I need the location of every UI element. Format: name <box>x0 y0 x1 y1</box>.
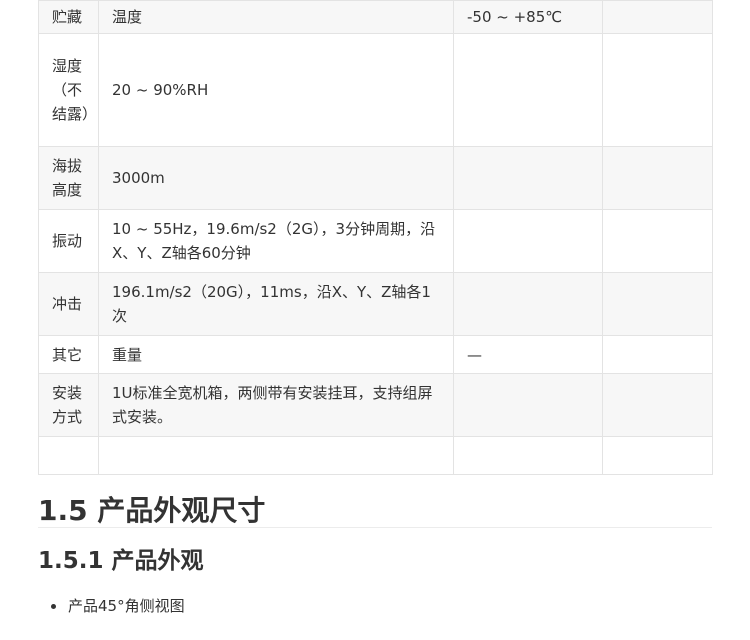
list-item: 产品45°角侧视图 <box>38 594 185 618</box>
row-value <box>453 373 603 437</box>
row-category: 湿度（不结露） <box>38 33 99 147</box>
table-row-vibration: 振动 10 ~ 55Hz，19.6m/s2（2G），3分钟周期，沿X、Y、Z轴各… <box>38 209 713 273</box>
spec-table: 贮藏 温度 -50 ~ +85℃ 湿度（不结露） 20 ~ 90%RH 海拔高度… <box>38 0 713 475</box>
row-item: 温度 <box>98 0 454 34</box>
row-category: 海拔高度 <box>38 146 99 210</box>
row-note <box>602 335 713 374</box>
row-category: 贮藏 <box>38 0 99 34</box>
row-value <box>453 146 603 210</box>
row-value: -50 ~ +85℃ <box>453 0 603 34</box>
table-row-humidity: 湿度（不结露） 20 ~ 90%RH <box>38 33 713 147</box>
table-row-altitude: 海拔高度 3000m <box>38 146 713 210</box>
row-item: 1U标准全宽机箱，两侧带有安装挂耳，支持组屏式安装。 <box>98 373 454 437</box>
list-item-text: 产品45°角侧视图 <box>68 597 185 615</box>
table-row-empty <box>38 436 713 475</box>
subsection-heading: 1.5.1 产品外观 <box>38 548 204 574</box>
section-heading: 1.5 产品外观尺寸 <box>38 493 712 528</box>
row-item <box>98 436 454 475</box>
row-note <box>602 373 713 437</box>
row-item: 196.1m/s2（20G），11ms，沿X、Y、Z轴各1次 <box>98 272 454 336</box>
row-value <box>453 272 603 336</box>
row-note <box>602 209 713 273</box>
row-note <box>602 0 713 34</box>
row-item: 20 ~ 90%RH <box>98 33 454 147</box>
table-row-shock: 冲击 196.1m/s2（20G），11ms，沿X、Y、Z轴各1次 <box>38 272 713 336</box>
row-category: 安装方式 <box>38 373 99 437</box>
table-row-storage: 贮藏 温度 -50 ~ +85℃ <box>38 0 713 34</box>
row-note <box>602 436 713 475</box>
table-row-mounting: 安装方式 1U标准全宽机箱，两侧带有安装挂耳，支持组屏式安装。 <box>38 373 713 437</box>
row-item: 3000m <box>98 146 454 210</box>
table-row-other: 其它 重量 — <box>38 335 713 374</box>
row-note <box>602 33 713 147</box>
bullet-list: 产品45°角侧视图 <box>38 594 185 618</box>
bullet-dot-icon <box>51 604 56 609</box>
row-value <box>453 33 603 147</box>
row-category: 冲击 <box>38 272 99 336</box>
row-note <box>602 146 713 210</box>
row-value <box>453 436 603 475</box>
row-note <box>602 272 713 336</box>
row-item: 10 ~ 55Hz，19.6m/s2（2G），3分钟周期，沿X、Y、Z轴各60分… <box>98 209 454 273</box>
spec-table-container: 贮藏 温度 -50 ~ +85℃ 湿度（不结露） 20 ~ 90%RH 海拔高度… <box>38 0 713 475</box>
row-item: 重量 <box>98 335 454 374</box>
row-category: 其它 <box>38 335 99 374</box>
row-category: 振动 <box>38 209 99 273</box>
row-category <box>38 436 99 475</box>
row-value: — <box>453 335 603 374</box>
row-value <box>453 209 603 273</box>
